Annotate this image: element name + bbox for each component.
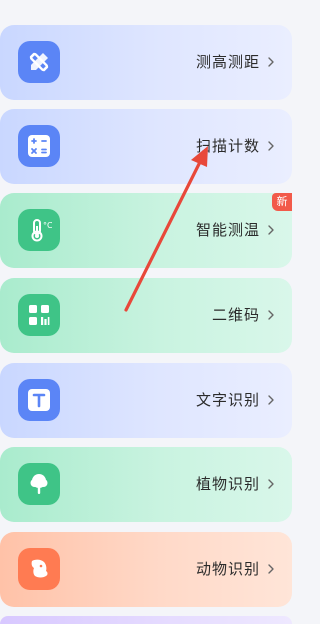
list-item-qr-code[interactable]: 二维码 bbox=[0, 278, 292, 353]
text-t-icon bbox=[18, 379, 60, 421]
qr-code-icon bbox=[18, 294, 60, 336]
list-item-label: 植物识别 bbox=[195, 475, 260, 493]
chevron-right-icon bbox=[268, 310, 274, 320]
list-item-label: 二维码 bbox=[211, 306, 260, 324]
list-item-label: 扫描计数 bbox=[195, 137, 260, 155]
list-item-label: 测高测距 bbox=[195, 53, 260, 71]
new-badge: 新 bbox=[272, 193, 292, 211]
chevron-right-icon bbox=[268, 57, 274, 67]
list-item-smart-temperature[interactable]: °C 智能测温 bbox=[0, 193, 292, 268]
dog-icon bbox=[18, 548, 60, 590]
svg-text:°C: °C bbox=[43, 221, 52, 230]
chevron-right-icon bbox=[268, 225, 274, 235]
list-item-measure-height-distance[interactable]: 测高测距 bbox=[0, 25, 292, 100]
chevron-right-icon bbox=[268, 395, 274, 405]
list-item-partial[interactable] bbox=[0, 616, 292, 624]
chevron-right-icon bbox=[268, 141, 274, 151]
calculator-icon bbox=[18, 125, 60, 167]
list-item-label: 智能测温 bbox=[195, 221, 260, 239]
chevron-right-icon bbox=[268, 479, 274, 489]
ruler-pencil-icon bbox=[18, 41, 60, 83]
list-item-label: 文字识别 bbox=[195, 391, 260, 409]
tree-icon bbox=[18, 463, 60, 505]
chevron-right-icon bbox=[268, 564, 274, 574]
list-item-label: 动物识别 bbox=[195, 560, 260, 578]
list-item-text-recognition[interactable]: 文字识别 bbox=[0, 363, 292, 438]
list-item-animal-recognition[interactable]: 动物识别 bbox=[0, 532, 292, 607]
list-item-plant-recognition[interactable]: 植物识别 bbox=[0, 447, 292, 522]
thermometer-icon: °C bbox=[18, 209, 60, 251]
feature-list: 测高测距 扫描计数 °C 智能测温 新 二维码 文字识别 植物识别 动物识别 bbox=[0, 0, 292, 624]
list-item-scan-count[interactable]: 扫描计数 bbox=[0, 109, 292, 184]
